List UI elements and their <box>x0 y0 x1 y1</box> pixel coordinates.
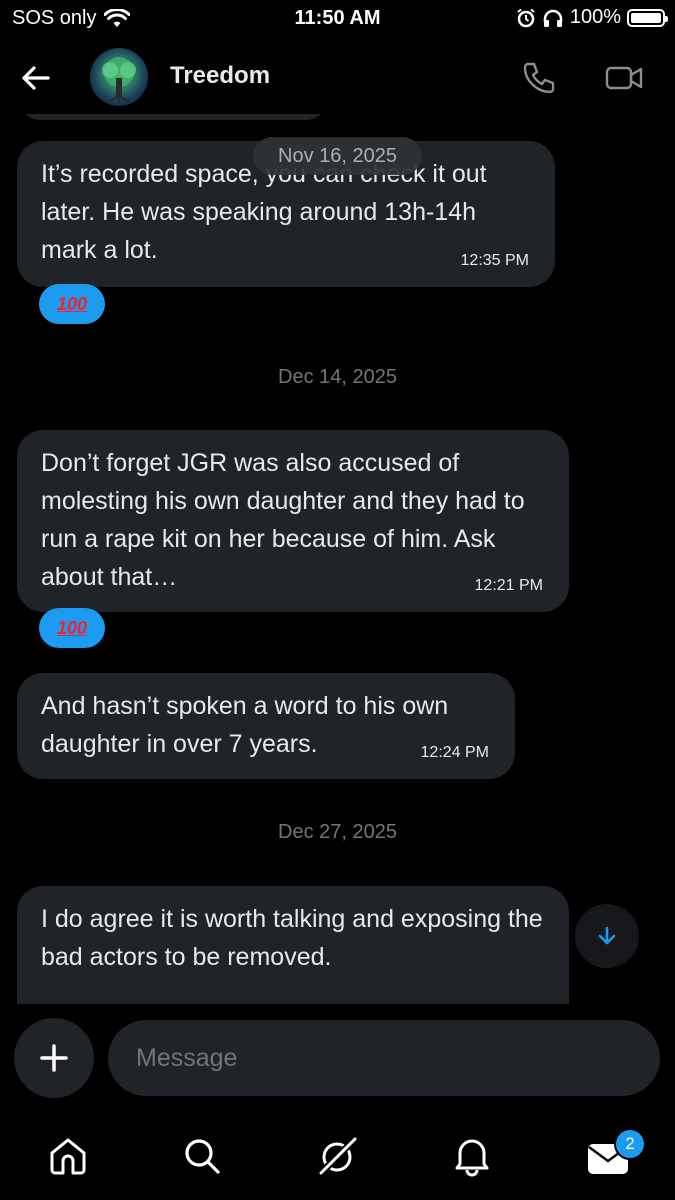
message-bubble[interactable]: And hasn’t spoken a word to his own daug… <box>17 673 515 779</box>
message-time: 12:24 PM <box>420 744 489 761</box>
grok-icon[interactable] <box>316 1134 360 1178</box>
conversation-header: Treedom <box>0 40 675 114</box>
alarm-icon <box>517 8 535 27</box>
contact-name[interactable]: Treedom <box>170 62 270 90</box>
message-time: 12:21 PM <box>474 577 543 594</box>
message-bubble[interactable]: I do agree it is worth talking and expos… <box>17 886 569 1004</box>
tree-icon <box>102 57 136 104</box>
floating-date-chip: Nov 16, 2025 <box>253 137 422 175</box>
message-text: It’s recorded space, you can check it ou… <box>41 160 487 264</box>
message-list[interactable]: It’s recorded space, you can check it ou… <box>0 114 675 1004</box>
phone-call-icon[interactable] <box>520 60 556 96</box>
message-text: And hasn’t spoken a word to his own daug… <box>41 692 449 758</box>
video-call-icon[interactable] <box>604 60 644 96</box>
notifications-bell-icon[interactable] <box>450 1134 494 1178</box>
date-separator: Dec 14, 2025 <box>278 366 397 388</box>
message-bubble[interactable]: Don’t forget JGR was also accused of mol… <box>17 430 569 612</box>
battery-percent: 100% <box>569 6 621 28</box>
search-icon[interactable] <box>180 1134 224 1178</box>
messages-badge: 2 <box>614 1128 646 1160</box>
bottom-tab-bar <box>0 1120 675 1200</box>
hundred-points-reaction[interactable]: 100 <box>39 284 105 324</box>
message-composer <box>0 1018 675 1098</box>
message-text: Don’t forget JGR was also accused of mol… <box>41 449 525 591</box>
home-icon[interactable] <box>46 1134 90 1178</box>
date-separator: Dec 27, 2025 <box>278 821 397 843</box>
add-attachment-button[interactable] <box>14 1018 94 1098</box>
plus-icon <box>40 1044 68 1072</box>
battery-icon <box>627 8 668 27</box>
scroll-to-bottom-button[interactable] <box>575 904 639 968</box>
previous-message-bubble <box>18 114 328 120</box>
arrow-down-icon <box>598 926 616 945</box>
headphones-icon <box>543 9 563 27</box>
hundred-points-reaction[interactable]: 100 <box>39 608 105 648</box>
message-text: I do agree it is worth talking and expos… <box>41 905 543 971</box>
status-bar: SOS only 11:50 AM 100% <box>0 0 675 38</box>
avatar[interactable] <box>90 48 148 106</box>
back-arrow-icon[interactable] <box>18 60 54 96</box>
message-time: 12:35 PM <box>460 252 529 269</box>
message-input[interactable] <box>108 1020 660 1096</box>
